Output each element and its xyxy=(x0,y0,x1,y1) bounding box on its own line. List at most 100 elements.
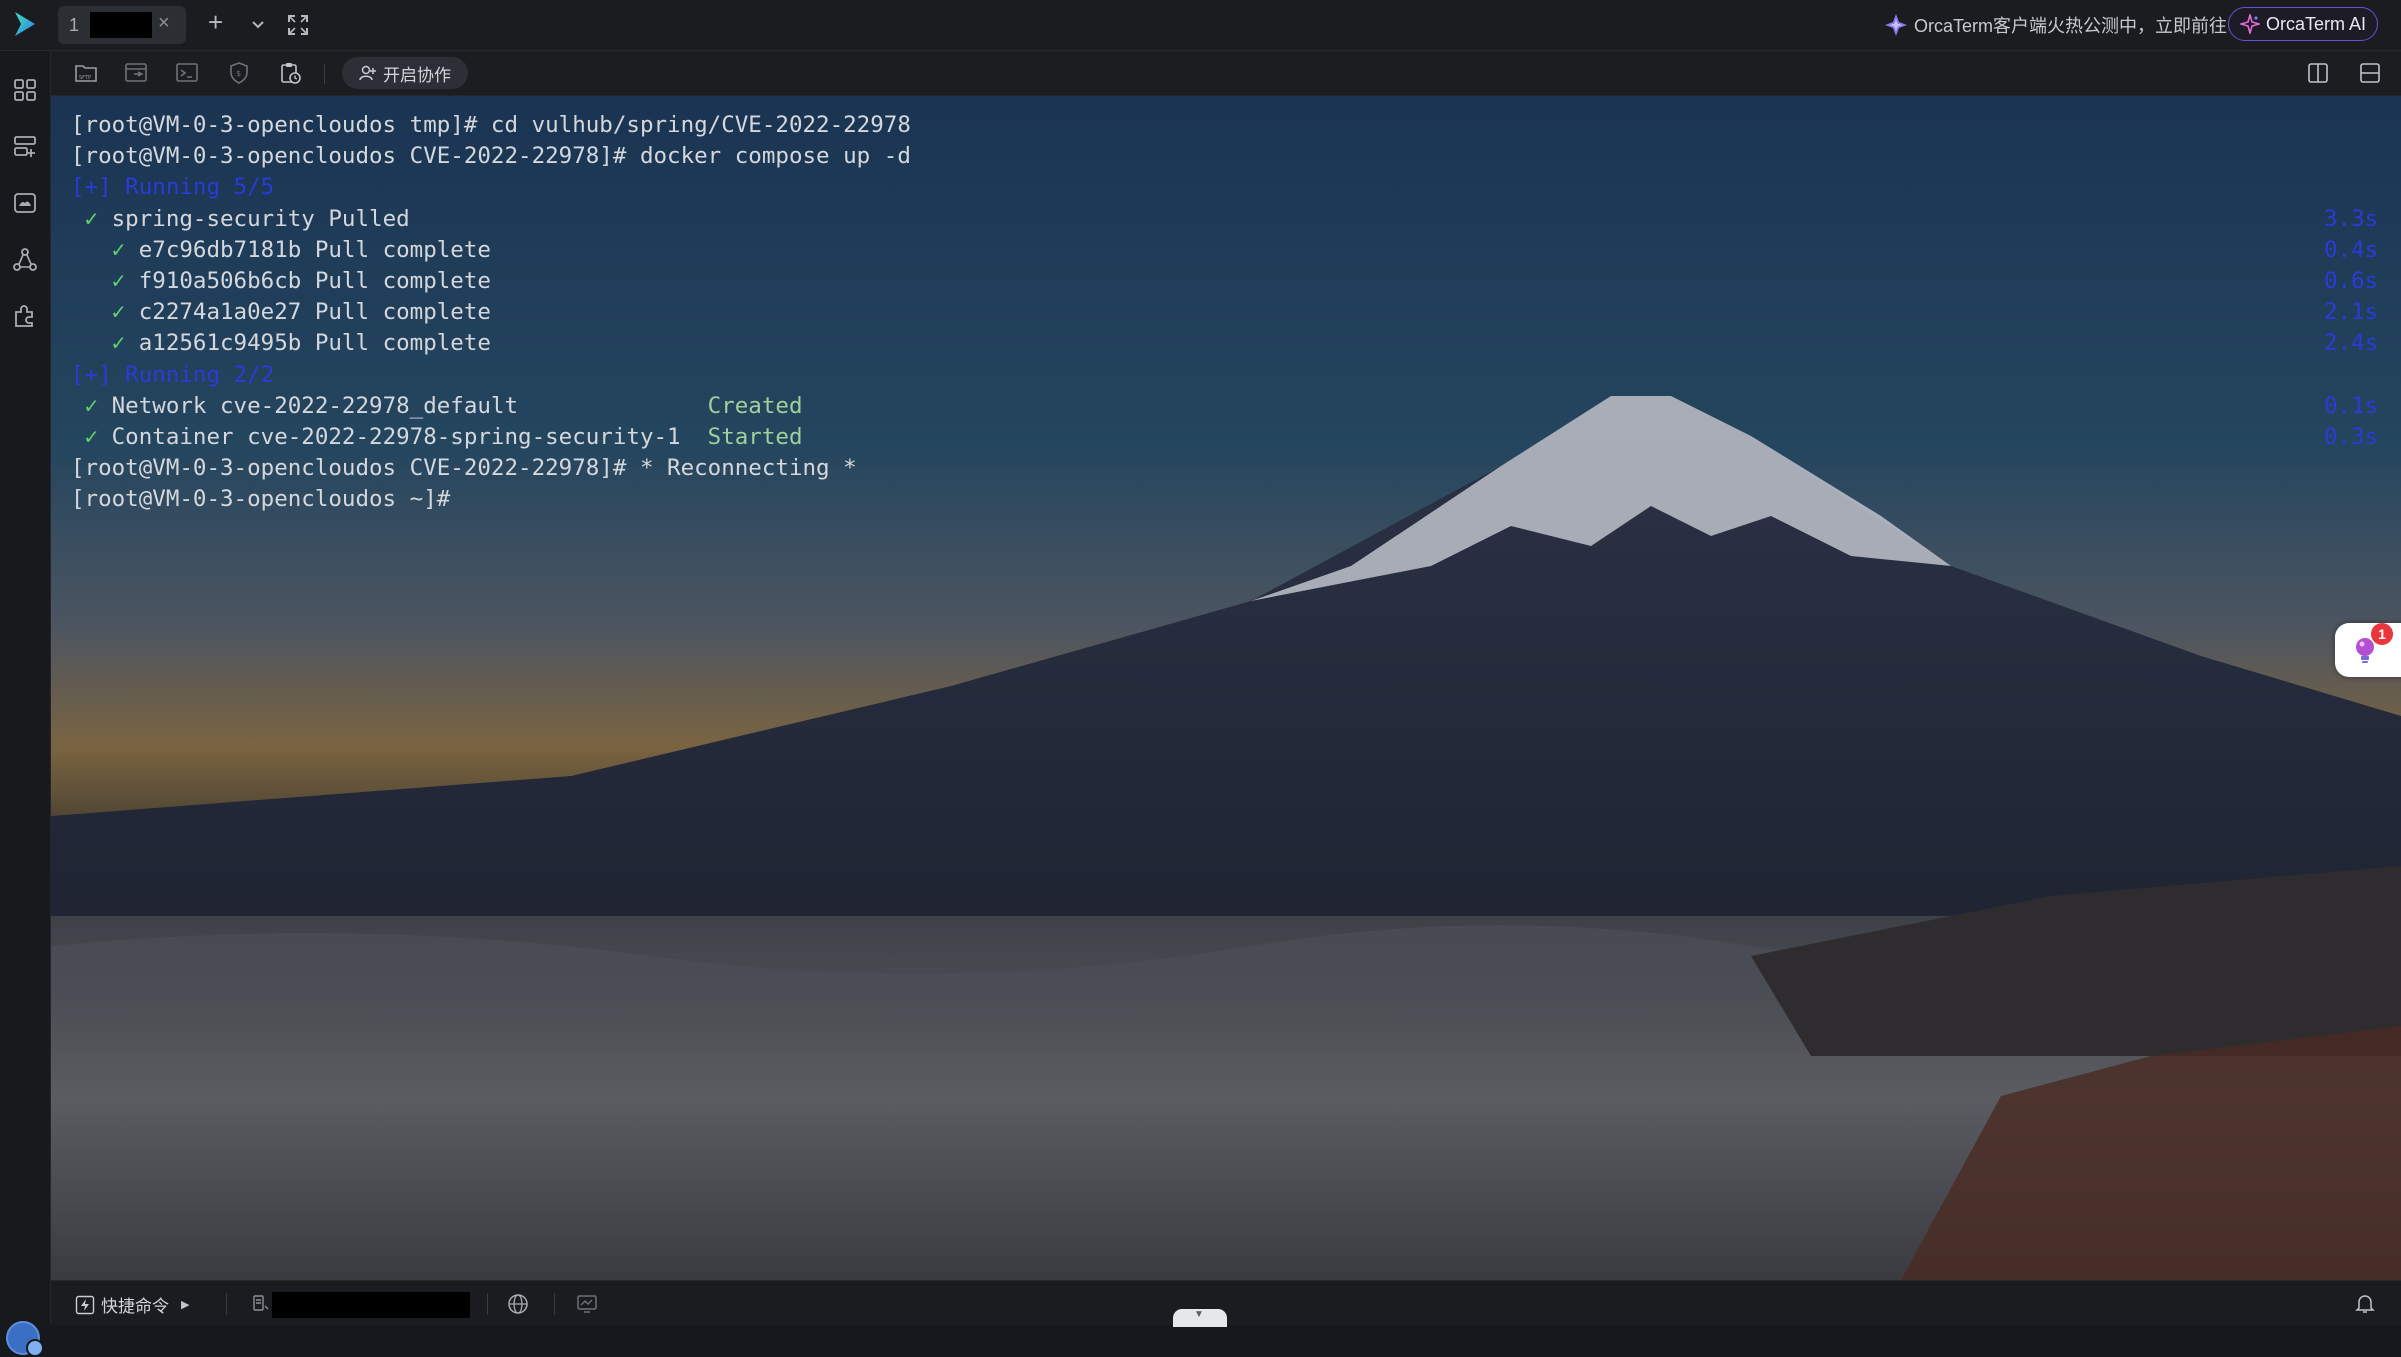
file-transfer-icon[interactable] xyxy=(124,61,148,85)
checkmark-icon: ✓ xyxy=(111,330,126,357)
tab-title-redacted xyxy=(90,12,152,38)
status-bar: 快捷命令 ▶ ▼ xyxy=(51,1280,2401,1327)
monitor-icon[interactable] xyxy=(576,1293,598,1315)
shield-icon[interactable]: $ xyxy=(227,61,251,85)
expand-arrow-icon: ▶ xyxy=(181,1299,190,1311)
terminal-line: ✓ c2274a1a0e27 Pull complete 2.1s xyxy=(71,297,2401,328)
duration-label: 0.3s xyxy=(2324,423,2379,450)
terminal-text: e7c96db7181b Pull complete xyxy=(125,236,491,263)
start-collaboration-button[interactable]: 开启协作 xyxy=(342,57,468,89)
new-tab-button[interactable]: + xyxy=(208,7,223,38)
drawer-toggle-handle[interactable]: ▼ xyxy=(1173,1309,1227,1327)
host-address-redacted xyxy=(272,1292,470,1318)
terminal-line: [root@VM-0-3-opencloudos ~]# xyxy=(71,484,2401,515)
terminal-line: ✓ Container cve-2022-22978-spring-securi… xyxy=(71,422,2401,453)
checkmark-icon: ✓ xyxy=(111,236,126,263)
quick-commands-label: 快捷命令 xyxy=(101,1297,169,1316)
terminal-toolbar: SFTP $ 开启协作 xyxy=(51,51,2401,96)
terminal-line: ✓ f910a506b6cb Pull complete 0.6s xyxy=(71,266,2401,297)
notification-count-badge: 1 xyxy=(2371,623,2393,645)
terminal-text: [root@VM-0-3-opencloudos tmp]# cd vulhub… xyxy=(71,112,911,138)
bell-icon[interactable] xyxy=(2354,1292,2376,1314)
ai-button-label: OrcaTerm AI xyxy=(2265,13,2367,34)
terminal-text: [root@VM-0-3-opencloudos CVE-2022-22978]… xyxy=(71,455,857,482)
terminal-text: [root@VM-0-3-opencloudos CVE-2022-22978]… xyxy=(71,143,911,170)
help-float-button[interactable]: 1 xyxy=(2335,623,2401,677)
plugin-icon[interactable] xyxy=(12,303,38,329)
tab-bar: 1 × + OrcaTerm客户端火热公测中，立即前往 OrcaTerm AI xyxy=(0,0,2401,51)
announcement-text: OrcaTerm客户端火热公测中，立即前往 xyxy=(1914,16,2228,36)
tab-number: 1 xyxy=(69,15,80,35)
terminal-line: [root@VM-0-3-opencloudos tmp]# cd vulhub… xyxy=(71,110,2401,141)
terminal-text: f910a506b6cb Pull complete xyxy=(125,267,491,294)
terminal-icon[interactable] xyxy=(175,61,199,85)
avatar-status-badge xyxy=(26,1339,44,1357)
server-list-icon[interactable] xyxy=(12,134,38,160)
checkmark-icon: ✓ xyxy=(84,423,99,450)
app-logo-icon[interactable] xyxy=(10,9,40,39)
tab-dropdown-icon[interactable] xyxy=(250,17,266,33)
terminal-output: [root@VM-0-3-opencloudos tmp]# cd vulhub… xyxy=(71,110,2401,515)
terminal-pane[interactable]: [root@VM-0-3-opencloudos tmp]# cd vulhub… xyxy=(51,96,2401,1280)
sftp-icon[interactable]: SFTP xyxy=(74,61,98,85)
terminal-line: ✓ spring-security Pulled 3.3s xyxy=(71,204,2401,235)
terminal-text: spring-security Pulled xyxy=(98,205,410,232)
terminal-line: [root@VM-0-3-opencloudos CVE-2022-22978]… xyxy=(71,141,2401,172)
cloud-storage-icon[interactable] xyxy=(12,190,38,216)
duration-label: 0.1s xyxy=(2324,392,2379,419)
terminal-line: ✓ e7c96db7181b Pull complete 0.4s xyxy=(71,235,2401,266)
globe-icon[interactable] xyxy=(507,1293,529,1315)
checkmark-icon: ✓ xyxy=(111,267,126,294)
collab-button-label: 开启协作 xyxy=(383,65,451,85)
terminal-text: Created xyxy=(707,392,803,419)
network-icon[interactable] xyxy=(12,247,38,273)
split-vertical-icon[interactable] xyxy=(2307,62,2329,84)
toolbar-divider xyxy=(324,64,325,84)
clipboard-icon[interactable] xyxy=(278,61,302,85)
terminal-line: ✓ Network cve-2022-22978_default Created… xyxy=(71,391,2401,422)
terminal-line: ✓ a12561c9495b Pull complete 2.4s xyxy=(71,328,2401,359)
statusbar-divider xyxy=(554,1293,555,1315)
statusbar-divider xyxy=(226,1293,227,1315)
client-announcement-link[interactable]: OrcaTerm客户端火热公测中，立即前往 xyxy=(1884,12,2227,38)
apps-grid-icon[interactable] xyxy=(12,77,38,103)
terminal-text: [+] Running 5/5 xyxy=(71,174,275,201)
svg-text:SFTP: SFTP xyxy=(79,75,91,81)
checkmark-icon: ✓ xyxy=(111,299,126,326)
user-avatar[interactable] xyxy=(6,1321,44,1357)
checkmark-icon: ✓ xyxy=(84,205,99,232)
left-sidebar xyxy=(0,51,51,1357)
duration-label: 3.3s xyxy=(2324,205,2379,232)
terminal-line: [+] Running 2/2 xyxy=(71,360,2401,391)
duration-label: 2.1s xyxy=(2324,299,2379,326)
terminal-text: [+] Running 2/2 xyxy=(71,361,275,388)
terminal-line: [root@VM-0-3-opencloudos CVE-2022-22978]… xyxy=(71,453,2401,484)
tab-close-icon[interactable]: × xyxy=(158,12,170,35)
terminal-text: c2274a1a0e27 Pull complete xyxy=(125,299,491,326)
duration-label: 2.4s xyxy=(2324,330,2379,357)
sparkle-icon xyxy=(1885,14,1907,36)
terminal-text: a12561c9495b Pull complete xyxy=(125,330,491,357)
quick-commands-button[interactable]: 快捷命令 ▶ xyxy=(75,1292,189,1317)
split-horizontal-icon[interactable] xyxy=(2359,62,2381,84)
session-tab[interactable]: 1 × xyxy=(58,6,186,44)
lightning-icon xyxy=(75,1295,95,1314)
terminal-text: Network cve-2022-22978_default xyxy=(98,392,708,419)
statusbar-divider xyxy=(487,1293,488,1315)
orcaterm-ai-button[interactable]: OrcaTerm AI xyxy=(2228,7,2378,41)
checkmark-icon: ✓ xyxy=(84,392,99,419)
fullscreen-icon[interactable] xyxy=(287,14,309,36)
svg-text:$: $ xyxy=(236,69,241,78)
host-icon xyxy=(253,1295,269,1311)
chevron-down-icon: ▼ xyxy=(1194,1309,1204,1320)
duration-label: 0.6s xyxy=(2324,267,2379,294)
user-add-icon xyxy=(359,65,376,81)
duration-label: 0.4s xyxy=(2324,236,2379,263)
